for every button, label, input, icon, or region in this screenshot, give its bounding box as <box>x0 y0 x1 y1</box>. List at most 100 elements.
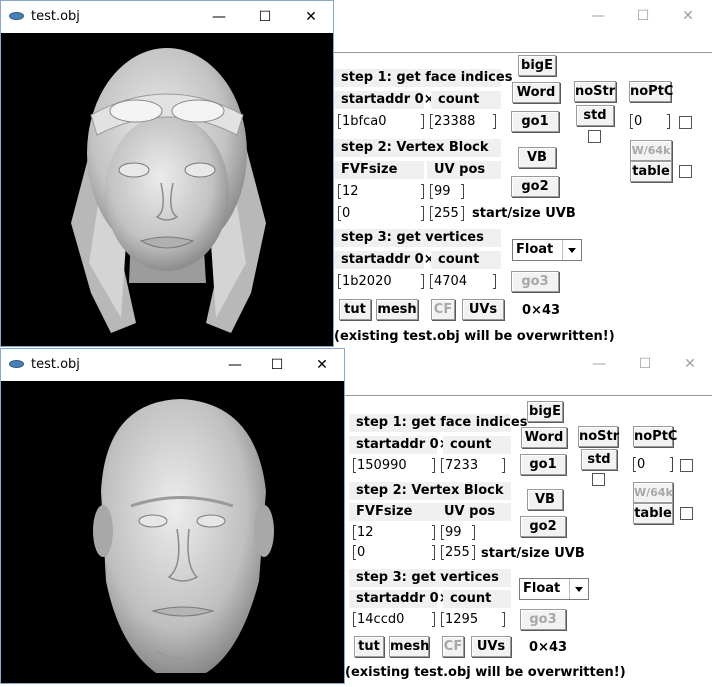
nostr-button[interactable]: noStr <box>574 81 616 102</box>
go3-button: go3 <box>511 271 559 292</box>
cf-button: CF <box>442 636 464 657</box>
std-checkbox[interactable] <box>588 130 601 143</box>
male-head-model <box>93 399 274 673</box>
uvpos-label: UV pos <box>437 503 511 521</box>
vertices-startaddr-field[interactable]: 1b2020 <box>338 272 424 292</box>
table-checkbox[interactable] <box>680 507 693 520</box>
maximize-button[interactable]: ☐ <box>253 7 277 27</box>
cf-button: CF <box>431 299 455 320</box>
minimize-button[interactable]: — <box>223 355 247 375</box>
ptc-field[interactable]: 0 <box>633 455 673 475</box>
uvs-button[interactable]: UVs <box>462 299 504 320</box>
control-panel-1: — ☐ ✕ step 1: get face indices startaddr… <box>334 0 712 347</box>
mesh-button[interactable]: mesh <box>376 299 418 320</box>
count-label: count <box>443 436 511 454</box>
close-button[interactable]: ✕ <box>299 7 323 27</box>
go1-button[interactable]: go1 <box>511 111 559 132</box>
table-button[interactable]: table <box>630 161 672 182</box>
std-button[interactable]: std <box>576 105 614 126</box>
overwrite-warning: (existing test.obj will be overwritten!) <box>345 665 626 680</box>
uvpos-field[interactable]: 99 <box>441 523 475 543</box>
table-button[interactable]: table <box>633 503 673 524</box>
uvb-size-field[interactable]: 255 <box>441 543 475 563</box>
go2-button[interactable]: go2 <box>511 176 559 197</box>
chevron-down-icon <box>562 240 581 260</box>
panel-close-button[interactable]: ✕ <box>676 6 700 26</box>
float-select[interactable]: Float <box>512 239 582 261</box>
ptc-checkbox[interactable] <box>679 116 692 129</box>
panel-minimize-button[interactable]: — <box>586 6 610 26</box>
tut-button[interactable]: tut <box>339 299 371 320</box>
close-button[interactable]: ✕ <box>310 355 334 375</box>
viewer-window-2: test.obj — ☐ ✕ <box>0 348 345 684</box>
uvb-start-field[interactable]: 0 <box>353 543 435 563</box>
count-field[interactable]: 7233 <box>441 456 505 476</box>
vertices-count-label: count <box>443 590 511 608</box>
vertices-count-field[interactable]: 4704 <box>430 272 496 292</box>
bige-button[interactable]: bigE <box>527 401 563 422</box>
panel-maximize-button[interactable]: ☐ <box>633 354 657 374</box>
startaddr-field[interactable]: 1bfca0 <box>338 112 424 132</box>
uvb-label: start/size UVB <box>472 206 576 221</box>
render-viewport[interactable] <box>1 381 344 683</box>
vertices-startaddr-label: startaddr 0× <box>334 251 435 269</box>
vb-button[interactable]: VB <box>518 147 556 168</box>
std-button[interactable]: std <box>581 449 617 470</box>
vb-button[interactable]: VB <box>527 489 563 510</box>
nostr-button[interactable]: noStr <box>578 426 619 447</box>
go1-button[interactable]: go1 <box>520 454 566 475</box>
fvfsize-field[interactable]: 12 <box>338 182 424 202</box>
app-icon <box>9 12 24 20</box>
uvb-size-field[interactable]: 255 <box>430 204 464 224</box>
step1-heading: step 1: get face indices <box>334 69 512 87</box>
startaddr-field[interactable]: 150990 <box>353 456 435 476</box>
word-button[interactable]: Word <box>512 82 560 103</box>
startaddr-label: startaddr 0× <box>334 91 435 109</box>
render-viewport[interactable] <box>1 33 333 346</box>
noptc-button[interactable]: noPtC <box>633 426 677 447</box>
w64k-button: W/64k <box>633 482 673 503</box>
app-icon <box>9 360 24 368</box>
uvpos-field[interactable]: 99 <box>430 182 464 202</box>
count-field[interactable]: 23388 <box>430 112 496 132</box>
female-head-model <box>71 48 266 333</box>
divider <box>345 395 712 396</box>
viewer-title: test.obj <box>31 357 80 372</box>
vertices-count-label: count <box>431 251 501 269</box>
uvs-button[interactable]: UVs <box>471 636 511 657</box>
mesh-button[interactable]: mesh <box>389 636 429 657</box>
bige-button[interactable]: bigE <box>518 55 556 76</box>
hex-readout: 0×43 <box>522 303 561 318</box>
fvfsize-label: FVFsize <box>334 161 424 179</box>
viewer-window-1: test.obj — ☐ ✕ <box>0 0 334 347</box>
std-checkbox[interactable] <box>592 473 605 486</box>
step3-heading: step 3: get vertices <box>349 569 511 587</box>
panel-close-button[interactable]: ✕ <box>678 354 702 374</box>
panel-maximize-button[interactable]: ☐ <box>631 6 655 26</box>
minimize-button[interactable]: — <box>207 7 231 27</box>
viewer-titlebar[interactable]: test.obj — ☐ ✕ <box>1 349 344 381</box>
fvfsize-field[interactable]: 12 <box>353 523 435 543</box>
tut-button[interactable]: tut <box>354 636 384 657</box>
panel-minimize-button[interactable]: — <box>587 354 611 374</box>
go3-button: go3 <box>520 609 566 630</box>
uvb-start-field[interactable]: 0 <box>338 204 424 224</box>
table-checkbox[interactable] <box>679 165 692 178</box>
go2-button[interactable]: go2 <box>520 516 566 537</box>
step2-heading: step 2: Vertex Block <box>334 139 501 157</box>
hex-readout: 0×43 <box>529 640 568 655</box>
ptc-checkbox[interactable] <box>680 459 693 472</box>
chevron-down-icon <box>569 579 588 599</box>
maximize-button[interactable]: ☐ <box>265 355 289 375</box>
word-button[interactable]: Word <box>521 427 567 448</box>
ptc-field[interactable]: 0 <box>630 112 670 132</box>
noptc-button[interactable]: noPtC <box>629 81 673 102</box>
control-panel-2: — ☐ ✕ step 1: get face indices startaddr… <box>345 348 712 684</box>
divider <box>334 52 712 53</box>
viewer-titlebar[interactable]: test.obj — ☐ ✕ <box>1 1 333 33</box>
uvb-label: start/size UVB <box>481 546 585 561</box>
vertices-startaddr-field[interactable]: 14ccd0 <box>353 610 435 630</box>
vertices-count-field[interactable]: 1295 <box>441 610 505 630</box>
float-select[interactable]: Float <box>519 578 589 600</box>
overwrite-warning: (existing test.obj will be overwritten!) <box>334 329 615 344</box>
